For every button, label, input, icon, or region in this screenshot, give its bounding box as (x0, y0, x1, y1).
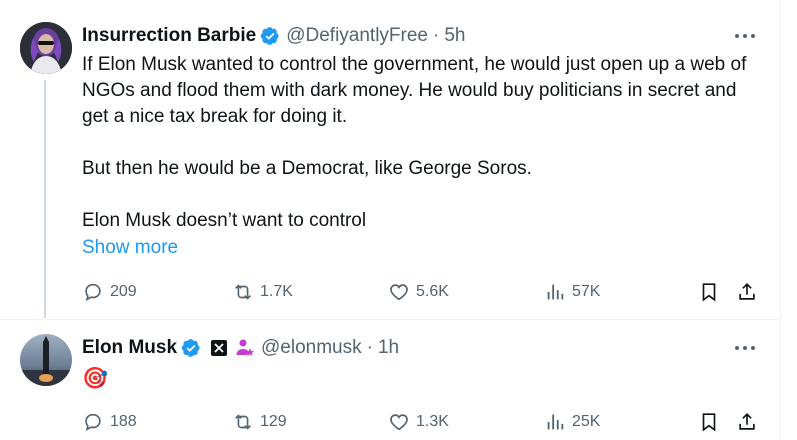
views-count: 57K (572, 283, 601, 300)
repost-count: 1.7K (260, 283, 293, 300)
repost-icon (235, 284, 251, 300)
government-official-icon[interactable] (235, 338, 255, 358)
views-icon (547, 284, 564, 300)
views-count: 25K (572, 413, 601, 430)
views-icon (547, 414, 564, 430)
reply-icon (85, 283, 101, 301)
repost-icon (235, 414, 251, 430)
like-button[interactable]: 5.6K (388, 280, 449, 304)
action-bar: 209 1.7K 5.6K 57K (82, 280, 772, 304)
author-handle[interactable]: @DefiyantlyFree (286, 25, 428, 47)
share-icon[interactable] (736, 280, 758, 304)
show-more-link[interactable]: Show more (82, 237, 178, 259)
more-icon[interactable] (732, 338, 758, 358)
tweet-text: 🎯 (82, 367, 109, 390)
avatar[interactable] (20, 22, 72, 74)
bookmark-icon[interactable] (698, 410, 720, 434)
reply-count: 209 (110, 283, 137, 300)
tweet-header: Insurrection Barbie @DefiyantlyFree · 5h (82, 24, 465, 48)
separator-dot: · (366, 337, 373, 358)
views-button[interactable]: 25K (544, 410, 600, 434)
verified-badge-icon[interactable] (260, 26, 280, 46)
verified-badge-icon[interactable] (181, 338, 201, 358)
tweet-text: If Elon Musk wanted to control the gover… (82, 54, 747, 231)
like-count: 1.3K (416, 413, 449, 430)
repost-button[interactable]: 129 (232, 410, 287, 434)
reply-count: 188 (110, 413, 137, 430)
author-handle[interactable]: @elonmusk (261, 337, 362, 359)
author-name[interactable]: Elon Musk (82, 337, 177, 359)
thread-line (44, 80, 46, 318)
tweet-insurrection-barbie[interactable]: Insurrection Barbie @DefiyantlyFree · 5h… (0, 0, 780, 318)
like-count: 5.6K (416, 283, 449, 300)
like-icon (390, 414, 408, 431)
repost-count: 129 (260, 413, 287, 430)
reply-button[interactable]: 188 (82, 410, 137, 434)
like-button[interactable]: 1.3K (388, 410, 449, 434)
like-icon (390, 284, 408, 301)
x-affiliate-icon[interactable] (211, 340, 228, 356)
views-button[interactable]: 57K (544, 280, 600, 304)
action-bar: 188 129 1.3K 25K (82, 410, 772, 434)
timestamp[interactable]: 5h (444, 25, 465, 47)
repost-button[interactable]: 1.7K (232, 280, 293, 304)
share-icon[interactable] (736, 410, 758, 434)
reply-icon (85, 413, 101, 431)
separator-dot: · (433, 25, 440, 46)
timestamp[interactable]: 1h (378, 337, 399, 359)
tweet-header: Elon Musk @elonmusk · 1h (82, 336, 399, 360)
column-border (780, 0, 781, 440)
more-icon[interactable] (732, 26, 758, 46)
author-name[interactable]: Insurrection Barbie (82, 25, 256, 47)
tweet-elon-musk[interactable]: Elon Musk @elonmusk · 1h 🎯 188 129 1.3K (0, 320, 780, 440)
avatar[interactable] (20, 334, 72, 386)
reply-button[interactable]: 209 (82, 280, 137, 304)
bookmark-icon[interactable] (698, 280, 720, 304)
